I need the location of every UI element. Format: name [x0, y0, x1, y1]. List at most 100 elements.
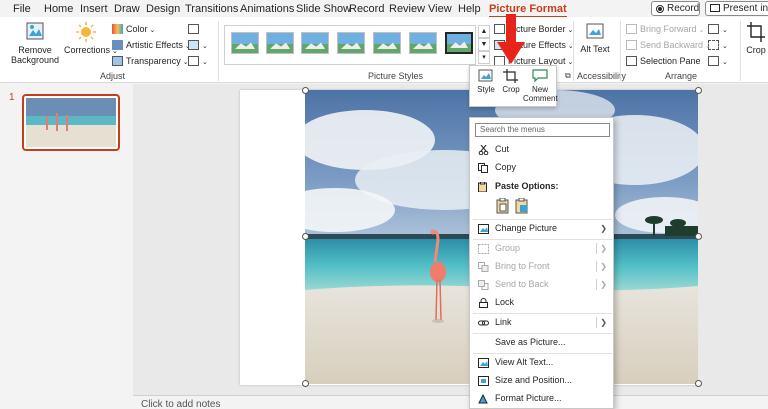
- change-picture-icon: [188, 40, 199, 50]
- tab-design[interactable]: Design: [146, 3, 180, 15]
- picture-style-thumb[interactable]: [231, 32, 259, 54]
- bring-forward-label: Bring Forward: [640, 24, 697, 34]
- record-button[interactable]: Record: [651, 1, 700, 16]
- record-icon: [656, 5, 664, 13]
- ribbon: Remove Background Corrections ⌄ Color ⌄ Ar…: [0, 17, 768, 83]
- picture-style-thumb[interactable]: [373, 32, 401, 54]
- menu-item-lock-label: Lock: [495, 297, 515, 307]
- menu-item-group-label: Group: [495, 243, 521, 253]
- rotate-icon: [708, 56, 719, 66]
- resize-handle-top-right[interactable]: [695, 87, 702, 94]
- menu-item-cut[interactable]: Cut: [470, 141, 613, 158]
- mini-crop-button[interactable]: Crop: [500, 69, 522, 94]
- transparency-label: Transparency: [126, 56, 181, 66]
- compress-pictures-button[interactable]: [188, 22, 200, 36]
- resize-handle-right[interactable]: [695, 233, 702, 240]
- resize-handle-bottom-right[interactable]: [695, 380, 702, 387]
- gallery-more-button[interactable]: ▾: [478, 51, 490, 64]
- align-icon: [708, 24, 719, 34]
- ribbon-separator: [573, 21, 574, 81]
- tab-transitions[interactable]: Transitions: [185, 3, 238, 15]
- menu-search-input[interactable]: Search the menus: [475, 123, 610, 137]
- chevron-down-icon: ⌄: [698, 27, 705, 34]
- color-button[interactable]: Color ⌄: [112, 22, 155, 36]
- mini-new-comment-label: New Comment: [523, 85, 558, 103]
- ribbon-separator: [620, 21, 621, 81]
- menu-bar: File Home Insert Draw Design Transitions…: [0, 0, 768, 18]
- menu-item-link-label: Link: [495, 317, 512, 327]
- picture-style-thumb[interactable]: [337, 32, 365, 54]
- menu-item-copy[interactable]: Copy: [470, 159, 613, 176]
- resize-handle-left[interactable]: [302, 233, 309, 240]
- tab-home[interactable]: Home: [44, 3, 73, 15]
- corrections-button[interactable]: Corrections ⌄: [64, 21, 118, 57]
- context-menu: Search the menus Cut Copy Paste Options:…: [469, 117, 614, 409]
- bring-to-front-icon: [478, 262, 489, 272]
- menu-item-copy-label: Copy: [495, 162, 517, 172]
- adjust-group-label: Adjust: [100, 71, 126, 81]
- menu-item-change-picture[interactable]: Change Picture ❯: [470, 220, 613, 237]
- tab-insert[interactable]: Insert: [80, 3, 108, 15]
- paste-option-keep-source[interactable]: [496, 197, 510, 217]
- tab-view[interactable]: View: [428, 3, 452, 15]
- menu-item-link[interactable]: Link ❯: [470, 314, 613, 331]
- menu-item-format-picture[interactable]: Format Picture...: [470, 390, 613, 407]
- tab-record[interactable]: Record: [349, 3, 384, 15]
- menu-item-view-alt-text[interactable]: View Alt Text...: [470, 354, 613, 371]
- selection-pane-button[interactable]: Selection Pane: [626, 54, 701, 68]
- menu-item-group[interactable]: Group ❯: [470, 240, 613, 257]
- menu-item-lock[interactable]: Lock: [470, 294, 613, 311]
- menu-item-bring-to-front-label: Bring to Front: [495, 261, 550, 271]
- gallery-scroll-up-button[interactable]: ▲: [478, 25, 490, 38]
- remove-background-icon: [26, 22, 44, 40]
- picture-style-thumb[interactable]: [266, 32, 294, 54]
- align-button[interactable]: ⌄: [708, 22, 728, 36]
- alt-text-icon: [478, 358, 489, 368]
- present-in-teams-button[interactable]: Present in Te: [705, 1, 768, 16]
- remove-background-button[interactable]: Remove Background: [10, 21, 60, 65]
- crop-ribbon-label: Crop: [746, 45, 766, 55]
- menu-item-size-and-position[interactable]: Size and Position...: [470, 372, 613, 389]
- send-backward-icon: [626, 40, 637, 50]
- tab-review[interactable]: Review: [389, 3, 425, 15]
- tab-file[interactable]: File: [13, 3, 31, 15]
- picture-styles-group-label: Picture Styles: [368, 71, 424, 81]
- crop-ribbon-button[interactable]: Crop: [744, 21, 768, 55]
- rotate-button[interactable]: ⌄: [708, 54, 728, 68]
- tab-slide-show[interactable]: Slide Show: [296, 3, 351, 15]
- styles-dialog-launcher-icon[interactable]: ⧉: [565, 71, 571, 81]
- resize-handle-top-left[interactable]: [302, 87, 309, 94]
- chevron-down-icon: ⌄: [202, 43, 208, 50]
- lock-icon: [479, 298, 488, 308]
- transparency-button[interactable]: Transparency ⌄: [112, 54, 189, 68]
- transparency-icon: [112, 56, 123, 66]
- send-backward-button[interactable]: Send Backward ⌄: [626, 38, 711, 52]
- present-button-label: Present in Te: [723, 3, 768, 14]
- mini-new-comment-button[interactable]: New Comment: [523, 69, 558, 103]
- group-objects-button[interactable]: ⌄: [708, 38, 728, 52]
- slide-thumbnail[interactable]: [22, 94, 120, 151]
- picture-styles-gallery: [224, 25, 476, 65]
- tab-help[interactable]: Help: [458, 3, 481, 15]
- picture-style-thumb[interactable]: [409, 32, 437, 54]
- menu-search-placeholder: Search the menus: [480, 125, 545, 134]
- picture-style-thumb-selected[interactable]: [445, 32, 473, 54]
- picture-style-thumb[interactable]: [301, 32, 329, 54]
- change-picture-icon: [478, 224, 489, 234]
- change-picture-ribbon-button[interactable]: ⌄: [188, 38, 208, 52]
- reset-picture-button[interactable]: ⌄: [188, 54, 208, 68]
- menu-item-bring-to-front[interactable]: Bring to Front ❯: [470, 258, 613, 275]
- bring-forward-button[interactable]: Bring Forward ⌄: [626, 22, 704, 36]
- artistic-effects-button[interactable]: Artistic Effects⌄: [112, 38, 191, 52]
- notes-pane[interactable]: Click to add notes: [133, 395, 768, 409]
- tab-animations[interactable]: Animations: [240, 3, 294, 15]
- menu-item-send-to-back[interactable]: Send to Back ❯: [470, 276, 613, 293]
- alt-text-button[interactable]: Alt Text: [580, 22, 610, 54]
- resize-handle-bottom-left[interactable]: [302, 380, 309, 387]
- chevron-down-icon: ⌄: [202, 59, 208, 66]
- menu-item-save-as-picture[interactable]: Save as Picture...: [470, 334, 613, 351]
- paste-option-picture[interactable]: [515, 197, 529, 217]
- tab-draw[interactable]: Draw: [114, 3, 140, 15]
- gallery-scroll-down-button[interactable]: ▼: [478, 38, 490, 51]
- mini-style-button[interactable]: Style: [474, 69, 498, 94]
